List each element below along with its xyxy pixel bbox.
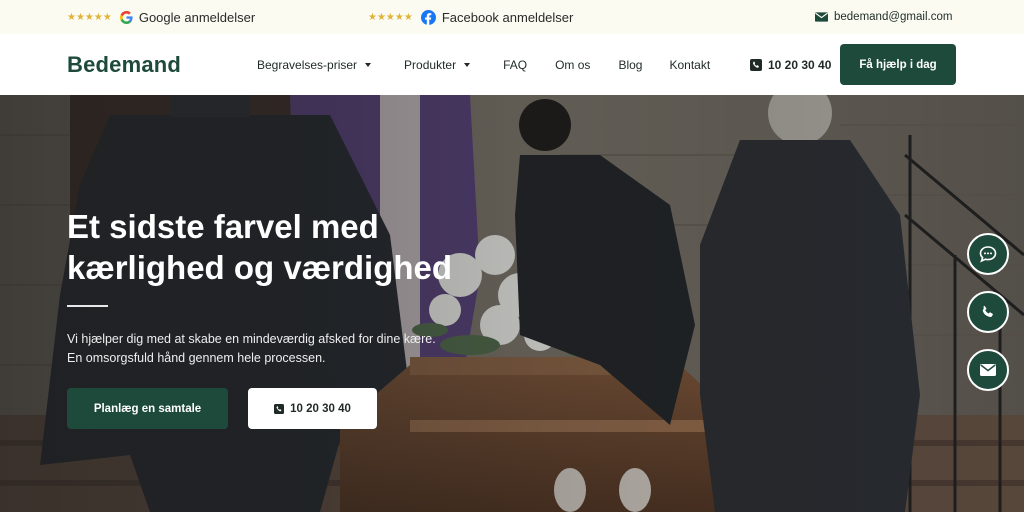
google-reviews-label: Google anmeldelser: [138, 9, 256, 25]
chevron-down-icon: [365, 62, 372, 67]
email-button[interactable]: [967, 349, 1009, 391]
facebook-reviews-label: Facebook anmeldelser: [441, 9, 574, 25]
hero-section: Et sidste farvel med kærlighed og værdig…: [0, 95, 1024, 512]
chat-button[interactable]: [967, 233, 1009, 275]
google-reviews[interactable]: ★★★★★ Google anmeldelser: [67, 0, 255, 34]
nav-item-label: Begravelses-priser: [257, 57, 358, 72]
hero-subtitle-line-2: En omsorgsfuld hånd gennem hele processe…: [67, 351, 326, 365]
get-help-button[interactable]: Få hjælp i dag: [840, 44, 956, 85]
hero-title-line-1: Et sidste farvel med: [67, 208, 379, 245]
hero-title: Et sidste farvel med kærlighed og værdig…: [67, 206, 547, 288]
chat-icon: [979, 246, 997, 263]
main-navigation: Bedemand Begravelses-priser Produkter FA…: [0, 34, 1024, 95]
nav-item-blog[interactable]: Blog: [618, 58, 642, 72]
nav-item-produkter[interactable]: Produkter: [404, 57, 471, 72]
nav-phone-number: 10 20 30 40: [768, 57, 832, 72]
phone-icon: [982, 305, 993, 318]
facebook-reviews[interactable]: ★★★★★ Facebook anmeldelser: [368, 0, 573, 34]
envelope-icon: [815, 12, 828, 22]
nav-item-faq[interactable]: FAQ: [503, 58, 527, 72]
top-bar: ★★★★★ Google anmeldelser ★★★★★ Facebook …: [0, 0, 1024, 34]
site-logo[interactable]: Bedemand: [67, 52, 181, 78]
hero-subtitle-line-1: Vi hjælper dig med at skabe en mindeværd…: [67, 332, 436, 346]
phone-icon: [750, 58, 762, 71]
nav-phone-link[interactable]: 10 20 30 40: [750, 34, 831, 95]
hero-divider: [67, 305, 108, 307]
hero-phone-button[interactable]: 10 20 30 40: [248, 388, 377, 429]
hero-subtitle: Vi hjælper dig med at skabe en mindeværd…: [67, 330, 487, 368]
google-rating-stars: ★★★★★: [67, 11, 112, 23]
nav-menu: Begravelses-priser Produkter FAQ Om os B…: [257, 34, 710, 95]
nav-item-om-os[interactable]: Om os: [555, 58, 590, 72]
phone-icon: [274, 403, 285, 414]
nav-item-kontakt[interactable]: Kontakt: [669, 58, 710, 72]
nav-item-label: Kontakt: [669, 57, 711, 72]
hero-phone-number: 10 20 30 40: [290, 402, 351, 415]
plan-meeting-button[interactable]: Planlæg en samtale: [67, 388, 228, 429]
nav-item-begravelses-priser[interactable]: Begravelses-priser: [257, 57, 372, 72]
nav-item-label: Produkter: [404, 57, 457, 72]
envelope-icon: [980, 364, 996, 376]
nav-item-label: FAQ: [503, 57, 528, 72]
nav-item-label: Om os: [555, 57, 591, 72]
nav-item-label: Blog: [618, 57, 643, 72]
hero-background-image: [0, 95, 1024, 512]
email-link[interactable]: bedemand@gmail.com: [834, 11, 952, 23]
hero-title-line-2: kærlighed og værdighed: [67, 249, 453, 286]
facebook-rating-stars: ★★★★★: [368, 11, 413, 23]
call-button[interactable]: [967, 291, 1009, 333]
chevron-down-icon: [464, 62, 471, 67]
top-email[interactable]: bedemand@gmail.com: [815, 0, 952, 34]
google-icon: [119, 10, 133, 24]
facebook-icon: [420, 9, 436, 25]
